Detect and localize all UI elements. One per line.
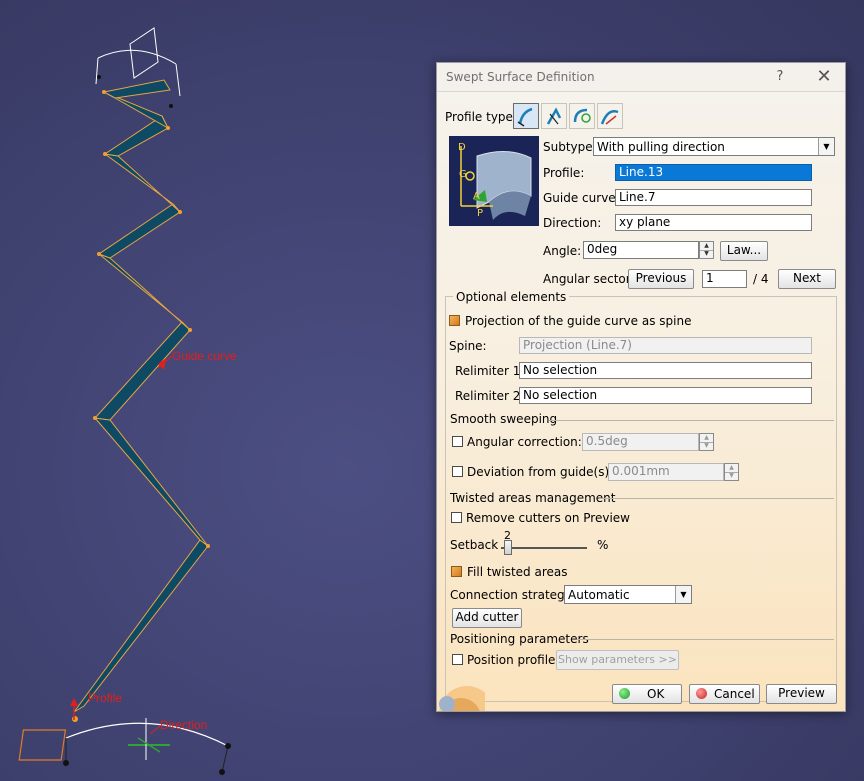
setback-slider-thumb[interactable] bbox=[504, 540, 513, 555]
spine-field[interactable]: Projection (Line.7) bbox=[519, 337, 812, 354]
preview-letter-p: P bbox=[477, 208, 484, 219]
close-button[interactable]: ✕ bbox=[815, 66, 833, 87]
chevron-down-icon: ▼ bbox=[818, 138, 834, 155]
setback-unit: % bbox=[597, 538, 609, 552]
swept-surface-dialog: Swept Surface Definition ? ✕ Profile typ… bbox=[436, 62, 846, 712]
smooth-sweeping-separator bbox=[549, 420, 834, 421]
angular-correction-label: Angular correction: bbox=[467, 435, 582, 449]
deviation-label: Deviation from guide(s): bbox=[467, 465, 614, 479]
angular-correction-checkbox[interactable] bbox=[452, 436, 463, 447]
fill-twisted-checkbox[interactable] bbox=[451, 566, 462, 577]
dialog-title: Swept Surface Definition bbox=[446, 70, 595, 84]
deviation-field[interactable]: 0.001mm bbox=[608, 463, 724, 481]
angular-correction-spinner[interactable]: ▲ ▼ bbox=[699, 433, 714, 451]
smooth-sweeping-title: Smooth sweeping bbox=[450, 412, 558, 426]
projection-label: Projection of the guide curve as spine bbox=[465, 314, 692, 328]
optional-elements-title: Optional elements bbox=[453, 290, 570, 304]
guide-curve-3d-label: Guide curve bbox=[172, 349, 237, 363]
connection-strategy-label: Connection strategy: bbox=[450, 588, 575, 602]
show-parameters-button[interactable]: Show parameters >> bbox=[556, 650, 679, 670]
deviation-spinner[interactable]: ▲ ▼ bbox=[724, 463, 739, 481]
dialog-client-area: Profile type: D G A P Subtype: With pull… bbox=[437, 92, 845, 711]
preview-letter-g: G bbox=[459, 169, 467, 180]
guide-curve-field[interactable]: Line.7 bbox=[615, 189, 812, 206]
ok-button[interactable]: OK bbox=[612, 684, 682, 704]
angle-spinner[interactable]: ▲ ▼ bbox=[699, 241, 714, 259]
subtype-combo[interactable]: With pulling direction ▼ bbox=[593, 137, 835, 156]
catia-logo-corner bbox=[437, 674, 485, 711]
cancel-red-icon bbox=[696, 688, 707, 699]
subtype-label: Subtype: bbox=[543, 140, 597, 154]
subtype-preview-image: D G A P bbox=[449, 136, 539, 226]
fill-twisted-label: Fill twisted areas bbox=[467, 565, 568, 579]
profile-type-label: Profile type: bbox=[445, 110, 517, 124]
relimiter1-field[interactable]: No selection bbox=[519, 362, 812, 379]
ok-green-icon bbox=[619, 688, 630, 699]
angle-label: Angle: bbox=[543, 244, 582, 258]
add-cutter-button[interactable]: Add cutter bbox=[452, 608, 522, 628]
remove-cutters-checkbox[interactable] bbox=[451, 512, 462, 523]
position-profile-label: Position profile bbox=[467, 653, 556, 667]
profile-label: Profile: bbox=[543, 166, 585, 180]
ok-label: OK bbox=[647, 687, 665, 701]
relimiter2-label: Relimiter 2: bbox=[455, 389, 525, 403]
positioning-title: Positioning parameters bbox=[450, 632, 589, 646]
sector-index-field[interactable]: 1 bbox=[702, 270, 747, 288]
cancel-label: Cancel bbox=[714, 687, 755, 701]
spinner-down-icon[interactable]: ▼ bbox=[700, 250, 713, 258]
positioning-separator bbox=[577, 639, 834, 640]
spinner-down-icon[interactable]: ▼ bbox=[700, 442, 713, 450]
sector-total: / 4 bbox=[753, 272, 769, 286]
help-button[interactable]: ? bbox=[773, 69, 787, 84]
projection-checkbox[interactable] bbox=[449, 315, 460, 326]
spinner-down-icon[interactable]: ▼ bbox=[725, 472, 738, 480]
conic-profile-icon[interactable] bbox=[597, 103, 623, 129]
profile-3d-label: Profile bbox=[88, 691, 123, 705]
next-button[interactable]: Next bbox=[778, 269, 836, 289]
relimiter2-field[interactable]: No selection bbox=[519, 387, 812, 404]
dialog-titlebar[interactable]: Swept Surface Definition ? ✕ bbox=[437, 63, 845, 92]
circle-profile-icon[interactable] bbox=[569, 103, 595, 129]
connection-strategy-combo[interactable]: Automatic ▼ bbox=[564, 585, 692, 604]
preview-letter-d: D bbox=[458, 142, 466, 153]
subtype-value: With pulling direction bbox=[597, 140, 725, 154]
preview-button[interactable]: Preview bbox=[766, 684, 837, 704]
connection-strategy-value: Automatic bbox=[568, 588, 630, 602]
angle-field[interactable]: 0deg bbox=[583, 241, 699, 259]
direction-field[interactable]: xy plane bbox=[615, 214, 812, 231]
remove-cutters-label: Remove cutters on Preview bbox=[466, 511, 630, 525]
profile-field[interactable]: Line.13 bbox=[615, 164, 812, 181]
direction-label: Direction: bbox=[543, 216, 602, 230]
twisted-areas-separator bbox=[599, 498, 834, 499]
cancel-button[interactable]: Cancel bbox=[689, 684, 760, 704]
position-profile-checkbox[interactable] bbox=[452, 654, 463, 665]
guide-curve-label: Guide curve: bbox=[543, 191, 620, 205]
direction-3d-label: Direction bbox=[160, 718, 208, 732]
deviation-checkbox[interactable] bbox=[452, 466, 463, 477]
setback-slider-track[interactable] bbox=[501, 547, 587, 549]
previous-button[interactable]: Previous bbox=[628, 269, 694, 289]
setback-label: Setback bbox=[450, 538, 499, 552]
law-button[interactable]: Law... bbox=[720, 241, 768, 261]
angular-correction-field[interactable]: 0.5deg bbox=[582, 433, 699, 451]
angular-sector-label: Angular sector: bbox=[543, 272, 635, 286]
line-profile-icon[interactable] bbox=[541, 103, 567, 129]
relimiter1-label: Relimiter 1: bbox=[455, 364, 525, 378]
chevron-down-icon: ▼ bbox=[675, 586, 691, 603]
preview-letter-a: A bbox=[473, 191, 480, 202]
twisted-areas-title: Twisted areas management bbox=[450, 491, 616, 505]
explicit-profile-icon[interactable] bbox=[513, 103, 539, 129]
spine-label: Spine: bbox=[449, 339, 487, 353]
